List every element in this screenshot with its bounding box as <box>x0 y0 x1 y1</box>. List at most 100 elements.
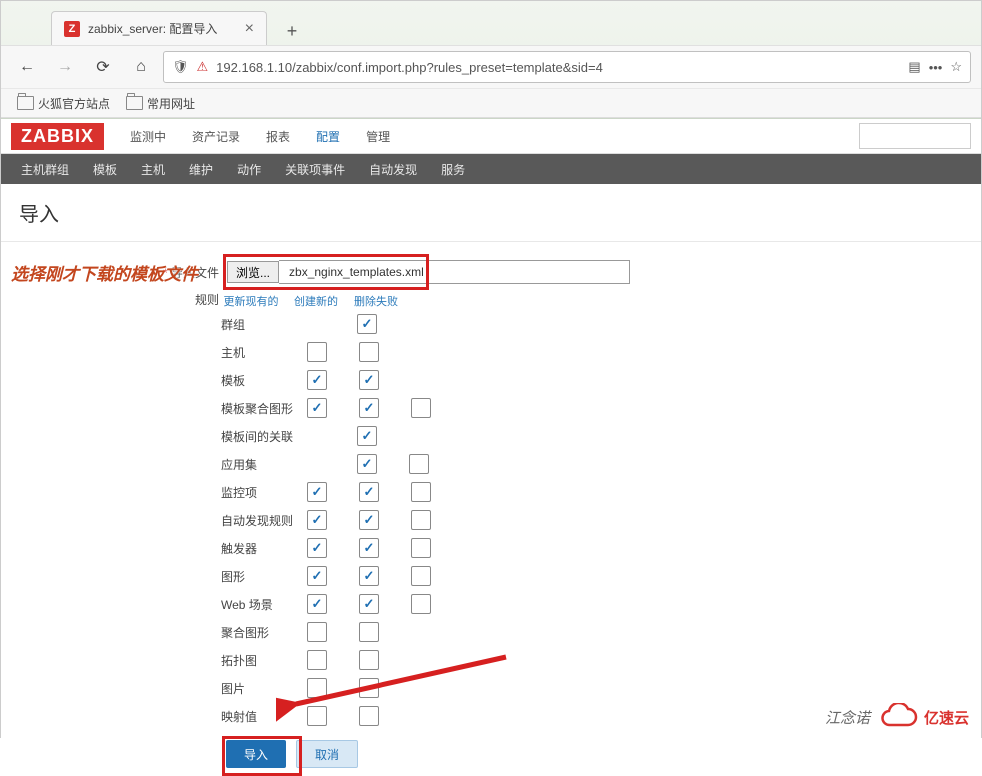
search-input[interactable] <box>859 123 971 149</box>
lock-icon[interactable]: ⚠ <box>197 59 209 75</box>
rule-label: 图形 <box>221 568 307 585</box>
new-tab-button[interactable]: + <box>275 18 309 45</box>
page-title: 导入 <box>1 184 981 242</box>
rule-checkbox[interactable] <box>411 482 431 502</box>
folder-icon <box>126 96 143 110</box>
bookmarks-bar: 火狐官方站点 常用网址 <box>1 88 981 118</box>
subnav-item[interactable]: 动作 <box>227 155 271 184</box>
rule-checkbox[interactable] <box>411 566 431 586</box>
rule-checkbox[interactable]: ✓ <box>359 370 379 390</box>
reload-button[interactable]: ⟳ <box>87 51 119 83</box>
rule-checkbox[interactable]: ✓ <box>307 482 327 502</box>
cancel-button[interactable]: 取消 <box>296 740 358 768</box>
mainnav-item[interactable]: 管理 <box>358 120 398 153</box>
rule-checkbox[interactable]: ✓ <box>359 398 379 418</box>
rule-row: 自动发现规则✓✓ <box>221 510 981 530</box>
rule-checkbox[interactable]: ✓ <box>307 510 327 530</box>
rule-checkbox[interactable] <box>307 650 327 670</box>
subnav-item[interactable]: 服务 <box>431 155 475 184</box>
rule-label: 拓扑图 <box>221 652 307 669</box>
rule-checkbox <box>409 315 427 333</box>
rule-checkbox[interactable] <box>307 706 327 726</box>
rule-checkbox <box>307 427 325 445</box>
subnav-item[interactable]: 主机 <box>131 155 175 184</box>
browse-button[interactable]: 浏览... <box>227 261 279 283</box>
rule-checkbox[interactable] <box>409 454 429 474</box>
shield-icon[interactable]: 🛡 <box>172 59 189 75</box>
rule-checkbox[interactable] <box>411 510 431 530</box>
main-nav: 监测中资产记录报表配置管理 <box>122 120 398 153</box>
rule-checkbox[interactable] <box>307 622 327 642</box>
url-text: 192.168.1.10/zabbix/conf.import.php?rule… <box>216 60 900 75</box>
rules-grid: 群组✓主机模板✓✓模板聚合图形✓✓模板间的关联✓应用集✓监控项✓✓自动发现规则✓… <box>1 314 981 726</box>
rule-checkbox[interactable] <box>359 342 379 362</box>
rule-checkbox[interactable]: ✓ <box>359 538 379 558</box>
file-chooser[interactable]: 浏览... zbx_nginx_templates.xml <box>227 260 630 284</box>
forward-button[interactable]: → <box>49 51 81 83</box>
rule-label: 聚合图形 <box>221 624 307 641</box>
rule-checkbox <box>411 707 429 725</box>
rule-checkbox[interactable] <box>307 678 327 698</box>
bookmark-item[interactable]: 常用网址 <box>126 95 195 112</box>
rule-checkbox <box>411 679 429 697</box>
rule-label: 映射值 <box>221 708 307 725</box>
rule-row: Web 场景✓✓ <box>221 594 981 614</box>
subnav-item[interactable]: 自动发现 <box>359 155 427 184</box>
rule-row: 模板间的关联 ✓ <box>221 426 981 446</box>
mainnav-item[interactable]: 监测中 <box>122 120 174 153</box>
rule-checkbox[interactable]: ✓ <box>307 538 327 558</box>
rule-checkbox <box>307 315 325 333</box>
import-button[interactable]: 导入 <box>226 740 286 768</box>
mainnav-item[interactable]: 报表 <box>258 120 298 153</box>
col-delete-missing: 删除失败 <box>351 293 401 309</box>
subnav-item[interactable]: 关联项事件 <box>275 155 355 184</box>
rule-checkbox[interactable] <box>411 398 431 418</box>
tab-title: zabbix_server: 配置导入 <box>88 20 217 37</box>
rule-checkbox[interactable] <box>359 706 379 726</box>
selected-filename: zbx_nginx_templates.xml <box>279 260 630 284</box>
rule-checkbox[interactable]: ✓ <box>307 370 327 390</box>
rule-label: 自动发现规则 <box>221 512 307 529</box>
subnav-item[interactable]: 模板 <box>83 155 127 184</box>
rule-label: 模板间的关联 <box>221 428 307 445</box>
rule-checkbox[interactable]: ✓ <box>307 566 327 586</box>
rule-checkbox <box>411 343 429 361</box>
rule-checkbox[interactable] <box>359 678 379 698</box>
rule-checkbox[interactable] <box>359 622 379 642</box>
rule-row: 模板✓✓ <box>221 370 981 390</box>
rule-checkbox[interactable]: ✓ <box>307 398 327 418</box>
mainnav-item[interactable]: 配置 <box>308 120 348 153</box>
bookmark-star-icon[interactable]: ☆ <box>950 59 962 75</box>
back-button[interactable]: ← <box>11 51 43 83</box>
rule-checkbox[interactable] <box>359 650 379 670</box>
rule-checkbox[interactable] <box>411 538 431 558</box>
rule-label: 主机 <box>221 344 307 361</box>
bookmark-item[interactable]: 火狐官方站点 <box>17 95 110 112</box>
subnav-item[interactable]: 主机群组 <box>11 155 79 184</box>
rule-checkbox[interactable]: ✓ <box>357 314 377 334</box>
rule-checkbox[interactable]: ✓ <box>359 510 379 530</box>
home-button[interactable]: ⌂ <box>125 51 157 83</box>
rule-checkbox[interactable]: ✓ <box>307 594 327 614</box>
rule-row: 模板聚合图形✓✓ <box>221 398 981 418</box>
reader-icon[interactable]: ▤ <box>908 59 920 75</box>
rule-checkbox[interactable]: ✓ <box>359 594 379 614</box>
col-create-new: 创建新的 <box>291 293 341 309</box>
tab-strip: Z zabbix_server: 配置导入 × + <box>1 1 981 45</box>
rule-label: 图片 <box>221 680 307 697</box>
more-icon[interactable]: ••• <box>929 60 943 75</box>
rule-checkbox[interactable] <box>307 342 327 362</box>
rule-label: 模板聚合图形 <box>221 400 307 417</box>
subnav-item[interactable]: 维护 <box>179 155 223 184</box>
zabbix-logo[interactable]: ZABBIX <box>11 123 104 150</box>
rule-checkbox[interactable]: ✓ <box>357 454 377 474</box>
address-bar[interactable]: 🛡 ⚠ 192.168.1.10/zabbix/conf.import.php?… <box>163 51 971 83</box>
col-update-existing: 更新现有的 <box>221 293 281 309</box>
rule-checkbox[interactable]: ✓ <box>357 426 377 446</box>
mainnav-item[interactable]: 资产记录 <box>184 120 248 153</box>
rule-checkbox[interactable]: ✓ <box>359 482 379 502</box>
tab-close-icon[interactable]: × <box>245 20 254 38</box>
browser-tab[interactable]: Z zabbix_server: 配置导入 × <box>51 11 267 45</box>
rule-checkbox[interactable] <box>411 594 431 614</box>
rule-checkbox[interactable]: ✓ <box>359 566 379 586</box>
